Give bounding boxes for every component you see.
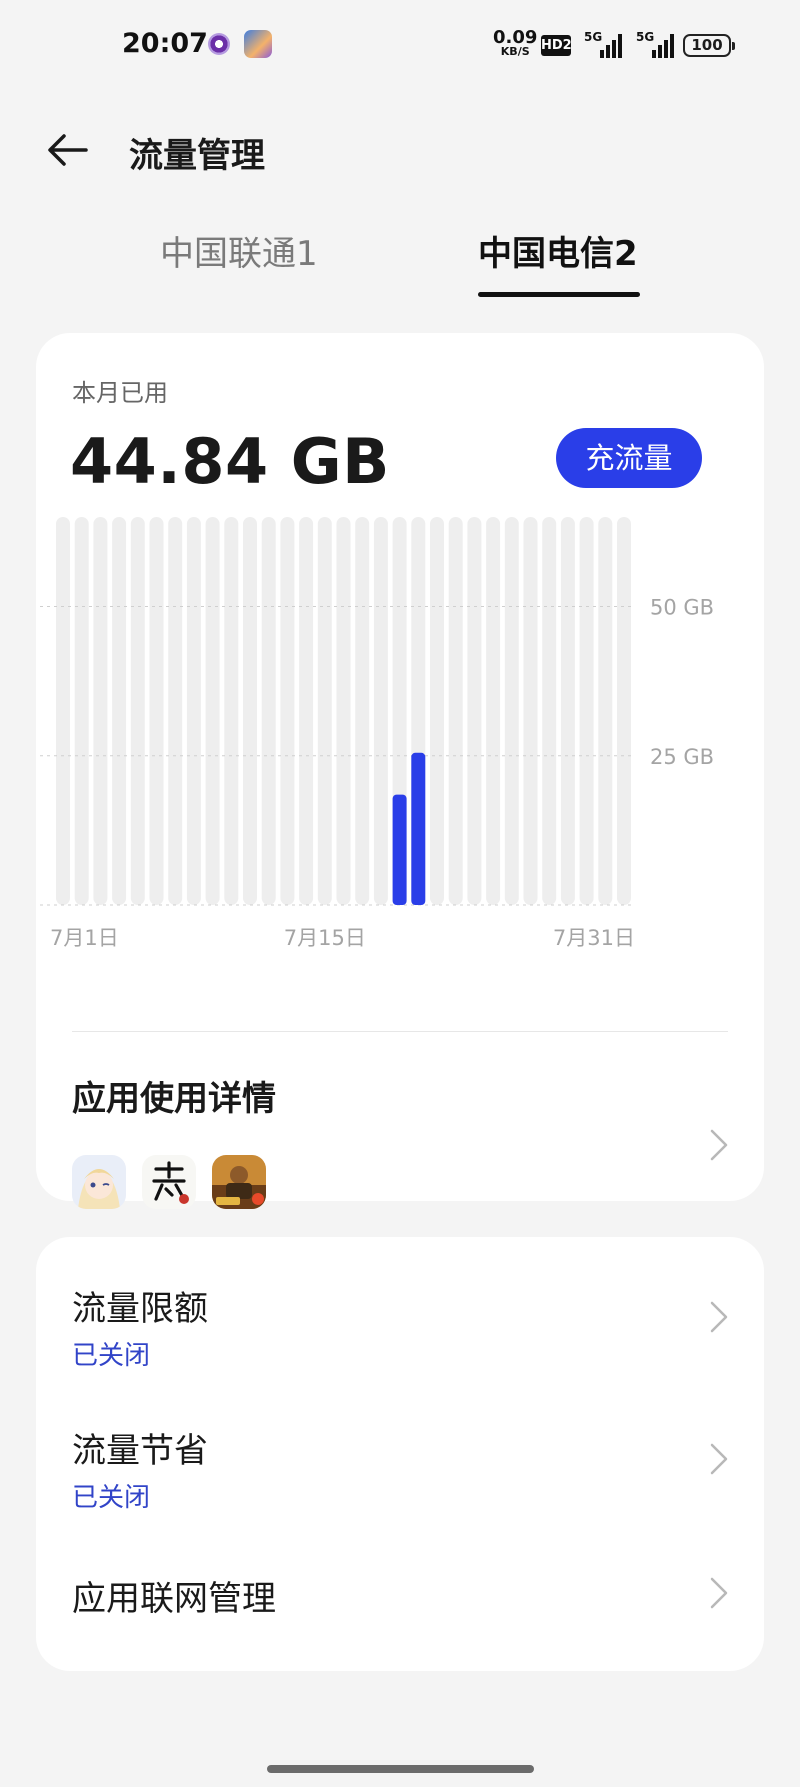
chevron-right-icon — [710, 1301, 728, 1333]
bar-track — [467, 517, 482, 905]
bar-track — [317, 517, 332, 905]
bar-track — [373, 517, 388, 905]
bar-track — [56, 517, 70, 905]
home-indicator[interactable] — [267, 1765, 534, 1773]
bar-track — [504, 517, 519, 905]
battery-icon: 100 — [683, 34, 735, 57]
game-app-icon — [244, 30, 272, 58]
bar-track — [261, 517, 276, 905]
bar-track — [448, 517, 463, 905]
y-tick-label: 25 GB — [650, 745, 714, 769]
sim1-network-label: 5G — [584, 30, 603, 44]
data-bar — [392, 794, 407, 905]
bar-track — [224, 517, 239, 905]
x-tick-label: 7月15日 — [284, 926, 366, 950]
data-saver-row[interactable]: 流量节省 已关闭 — [36, 1387, 764, 1529]
tab-sim2[interactable]: 中国电信2 — [478, 226, 638, 275]
network-speed-value: 0.09 — [493, 27, 538, 48]
usage-label: 本月已用 — [72, 379, 168, 407]
data-saver-status: 已关闭 — [72, 1483, 151, 1513]
bar-track — [280, 517, 295, 905]
tab-sim1[interactable]: 中国联通1 — [160, 226, 318, 275]
signal-icon: 5G — [584, 30, 624, 58]
data-bar — [411, 752, 426, 905]
bar-track — [579, 517, 594, 905]
ni-shui-han-app-icon — [142, 1155, 196, 1209]
chevron-right-icon — [710, 1577, 728, 1609]
y-tick-label: 50 GB — [650, 596, 714, 620]
bar-track — [598, 517, 613, 905]
peace-elite-app-icon — [212, 1155, 266, 1209]
status-time: 20:07 — [122, 28, 208, 59]
data-saver-title: 流量节省 — [72, 1431, 208, 1471]
bar-track — [93, 517, 108, 905]
bar-track — [486, 517, 501, 905]
bar-track — [149, 517, 164, 905]
usage-value: 44.84 GB — [70, 425, 390, 498]
network-speed: 0.09 KB/S — [493, 29, 537, 58]
app-network-management-row[interactable]: 应用联网管理 — [36, 1529, 764, 1659]
bar-track — [430, 517, 444, 905]
chevron-right-icon — [710, 1443, 728, 1475]
bar-track — [243, 517, 257, 905]
signal-icon: 5G — [636, 30, 676, 58]
app-usage-details-row[interactable]: 应用使用详情 — [36, 1043, 764, 1209]
bar-track — [186, 517, 201, 905]
bar-track — [560, 517, 575, 905]
bar-track — [112, 517, 127, 905]
page-title: 流量管理 — [129, 136, 265, 176]
app-network-management-title: 应用联网管理 — [72, 1579, 276, 1619]
usage-card: 本月已用 44.84 GB 充流量 50 GB 25 GB 7月1日 7月15日 7月3… — [36, 333, 764, 1209]
active-tab-indicator — [478, 292, 640, 297]
settings-card: 流量限额 已关闭 流量节省 已关闭 应用联网管理 — [36, 1237, 764, 1671]
data-limit-status: 已关闭 — [72, 1341, 151, 1371]
chevron-right-icon — [710, 1129, 728, 1161]
bar-track — [299, 517, 314, 905]
bar-track — [617, 517, 631, 905]
bar-track — [168, 517, 183, 905]
daily-usage-chart: 50 GB 25 GB 7月1日 7月15日 7月31日 — [40, 517, 714, 950]
divider — [72, 1031, 728, 1032]
bar-track — [355, 517, 370, 905]
hd-voice-icon: HD2 — [541, 35, 572, 56]
bar-track — [336, 517, 351, 905]
notification-app-icon — [208, 33, 230, 55]
genshin-app-icon — [72, 1155, 126, 1209]
data-usage-page: 20:07 0.09 KB/S HD2 5G 5G 100 流量管理 中国联通1… — [0, 0, 800, 1787]
arrow-left-icon — [48, 134, 88, 166]
data-limit-title: 流量限额 — [72, 1289, 208, 1329]
bar-track — [523, 517, 538, 905]
bar-track — [130, 517, 145, 905]
bar-track — [74, 517, 89, 905]
bar-track — [542, 517, 557, 905]
back-button[interactable] — [46, 128, 94, 172]
app-usage-title: 应用使用详情 — [72, 1079, 276, 1119]
sim2-network-label: 5G — [636, 30, 655, 44]
status-bar: 20:07 0.09 KB/S HD2 5G 5G 100 — [0, 0, 800, 92]
data-limit-row[interactable]: 流量限额 已关闭 — [36, 1247, 764, 1387]
x-tick-label: 7月31日 — [553, 926, 635, 950]
recharge-button[interactable]: 充流量 — [556, 428, 702, 488]
bar-track — [205, 517, 220, 905]
x-tick-label: 7月1日 — [50, 926, 119, 950]
